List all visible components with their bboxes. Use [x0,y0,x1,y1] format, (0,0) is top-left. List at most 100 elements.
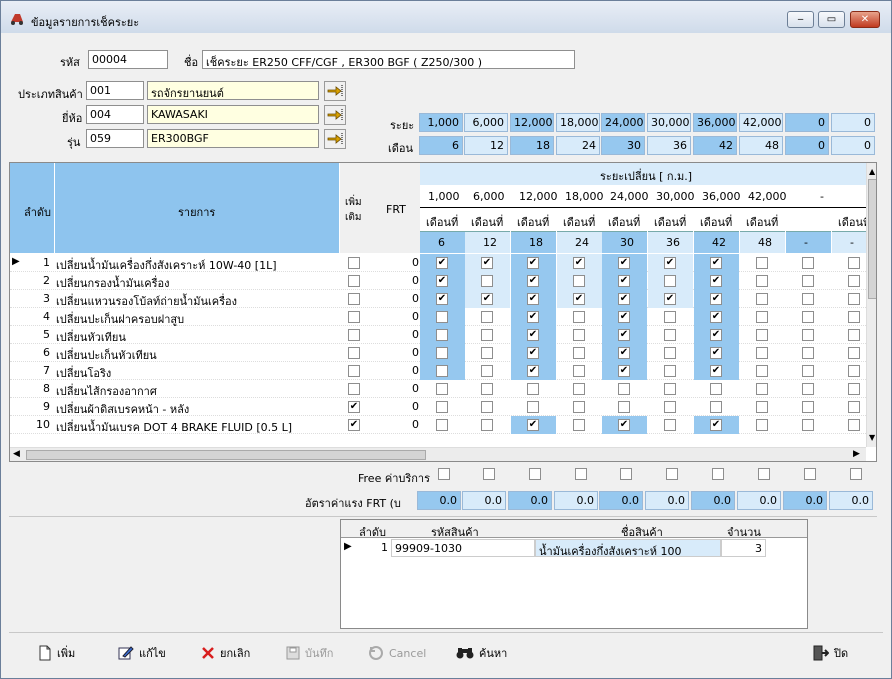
free-service-checkbox[interactable] [529,468,541,480]
interval-checkbox[interactable] [802,383,814,395]
interval-checkbox[interactable] [802,257,814,269]
distance-cell[interactable]: 30,000 [647,113,691,132]
interval-checkbox[interactable]: ✔ [527,419,539,431]
month-cell[interactable]: 12 [464,136,508,155]
add-checkbox[interactable] [348,365,360,377]
interval-checkbox[interactable] [436,383,448,395]
table-row[interactable]: 8 เปลี่ยนไส้กรองอากาศ 0 [10,380,868,398]
free-service-checkbox[interactable] [620,468,632,480]
scroll-right-icon[interactable]: ▶ [853,449,860,459]
interval-checkbox[interactable] [664,401,676,413]
add-checkbox[interactable] [348,257,360,269]
distance-cell[interactable]: 0 [785,113,829,132]
interval-checkbox[interactable] [710,383,722,395]
interval-checkbox[interactable]: ✔ [710,257,722,269]
interval-checkbox[interactable]: ✔ [618,419,630,431]
add-checkbox[interactable] [348,293,360,305]
interval-checkbox[interactable] [756,383,768,395]
free-service-checkbox[interactable] [758,468,770,480]
labor-cell[interactable]: 0.0 [417,491,461,510]
interval-checkbox[interactable] [481,311,493,323]
brand-pick-button[interactable] [324,105,346,125]
distance-cell[interactable]: 12,000 [510,113,554,132]
interval-checkbox[interactable] [481,383,493,395]
interval-checkbox[interactable]: ✔ [573,293,585,305]
interval-checkbox[interactable] [481,347,493,359]
interval-checkbox[interactable] [664,383,676,395]
parts-row[interactable]: ▶ 1 99909-1030 น้ำมันเครื่องกึ่งสังเคราะ… [341,539,807,558]
labor-cell[interactable]: 0.0 [462,491,506,510]
month-cell[interactable]: 0 [785,136,829,155]
add-checkbox[interactable] [348,275,360,287]
interval-checkbox[interactable] [436,365,448,377]
interval-checkbox[interactable] [756,311,768,323]
interval-checkbox[interactable]: ✔ [573,257,585,269]
interval-checkbox[interactable]: ✔ [618,347,630,359]
interval-checkbox[interactable] [848,257,860,269]
add-checkbox[interactable] [348,311,360,323]
interval-checkbox[interactable] [573,329,585,341]
cancel-th-button[interactable]: ยกเลิก [201,640,250,666]
interval-checkbox[interactable] [573,401,585,413]
interval-checkbox[interactable] [618,401,630,413]
free-service-checkbox[interactable] [666,468,678,480]
interval-checkbox[interactable] [756,329,768,341]
interval-checkbox[interactable] [527,383,539,395]
table-row[interactable]: 10 เปลี่ยนน้ำมันเบรค DOT 4 BRAKE FLUID [0… [10,416,868,434]
interval-checkbox[interactable] [848,293,860,305]
interval-checkbox[interactable]: ✔ [710,347,722,359]
free-service-checkbox[interactable] [804,468,816,480]
type-code-input[interactable]: 001 [86,81,144,100]
labor-cell[interactable]: 0.0 [737,491,781,510]
labor-cell[interactable]: 0.0 [691,491,735,510]
interval-checkbox[interactable] [802,365,814,377]
labor-cell[interactable]: 0.0 [599,491,643,510]
maximize-button[interactable]: ▭ [818,11,845,28]
interval-checkbox[interactable] [527,401,539,413]
interval-checkbox[interactable] [756,257,768,269]
save-button[interactable]: บันทึก [286,640,333,666]
horizontal-scrollbar[interactable]: ◀ ▶ [10,447,866,461]
free-service-checkbox[interactable] [438,468,450,480]
interval-checkbox[interactable] [664,347,676,359]
interval-checkbox[interactable] [573,419,585,431]
interval-checkbox[interactable] [573,311,585,323]
labor-cell[interactable]: 0.0 [783,491,827,510]
interval-checkbox[interactable] [802,311,814,323]
interval-checkbox[interactable] [848,347,860,359]
parts-qty-cell[interactable]: 3 [721,539,766,557]
interval-checkbox[interactable]: ✔ [710,365,722,377]
distance-cell[interactable]: 42,000 [739,113,783,132]
month-cell[interactable]: 36 [647,136,691,155]
interval-checkbox[interactable] [436,329,448,341]
add-checkbox[interactable] [348,347,360,359]
interval-checkbox[interactable] [802,347,814,359]
interval-checkbox[interactable] [848,329,860,341]
month-cell[interactable]: 0 [831,136,875,155]
interval-checkbox[interactable]: ✔ [618,275,630,287]
interval-checkbox[interactable] [573,347,585,359]
scroll-left-icon[interactable]: ◀ [13,449,20,459]
interval-checkbox[interactable] [664,311,676,323]
interval-checkbox[interactable]: ✔ [527,365,539,377]
table-row[interactable]: 3 เปลี่ยนแหวนรองโบ้ลท์ถ่ายน้ำมันเครื่อง 0 ✔… [10,290,868,308]
interval-checkbox[interactable] [756,347,768,359]
interval-checkbox[interactable] [848,401,860,413]
add-checkbox[interactable] [348,329,360,341]
type-pick-button[interactable] [324,81,346,101]
month-cell[interactable]: 48 [739,136,783,155]
interval-checkbox[interactable]: ✔ [527,347,539,359]
interval-checkbox[interactable] [436,419,448,431]
month-cell[interactable]: 42 [693,136,737,155]
distance-cell[interactable]: 24,000 [601,113,645,132]
interval-checkbox[interactable] [756,401,768,413]
free-service-checkbox[interactable] [712,468,724,480]
vertical-scrollbar[interactable]: ▲ ▼ [866,163,876,447]
interval-checkbox[interactable] [848,365,860,377]
distance-cell[interactable]: 6,000 [464,113,508,132]
close-window-button[interactable]: ✕ [850,11,880,28]
interval-checkbox[interactable] [802,293,814,305]
interval-checkbox[interactable] [848,383,860,395]
table-row[interactable]: 2 เปลี่ยนกรองน้ำมันเครื่อง 0 ✔ ✔ ✔ ✔ [10,272,868,290]
interval-checkbox[interactable] [756,365,768,377]
